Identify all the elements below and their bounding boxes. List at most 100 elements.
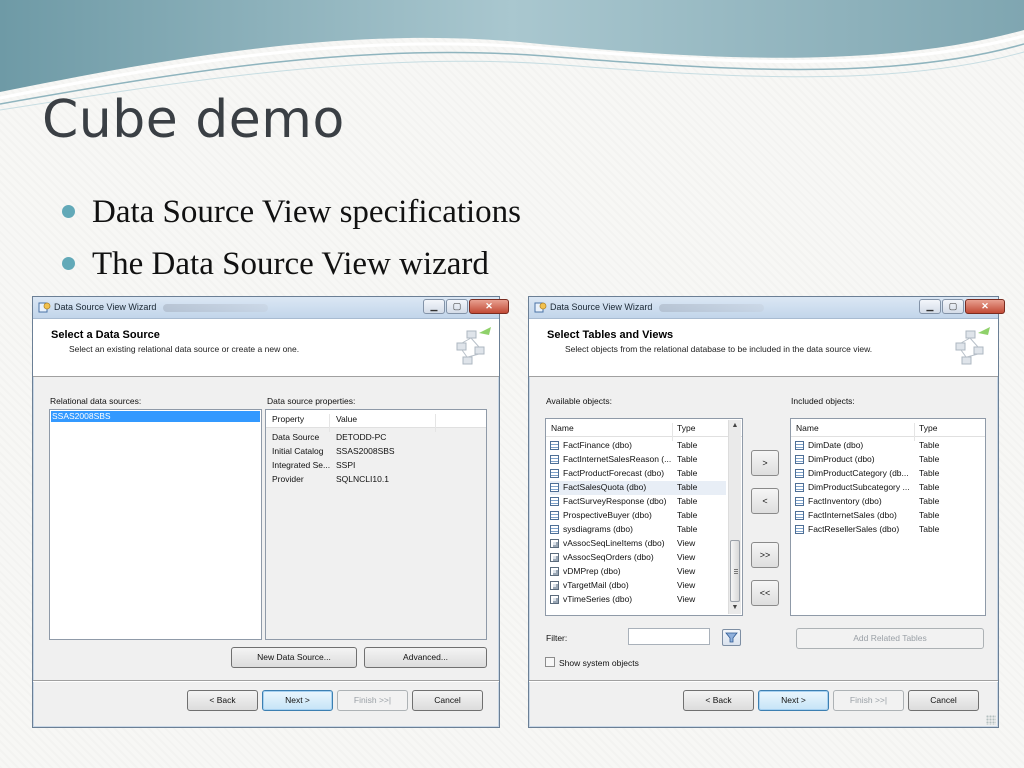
new-data-source-button[interactable]: New Data Source... <box>231 647 357 668</box>
wizard-app-icon <box>534 302 547 313</box>
add-object-button[interactable]: > <box>751 450 779 476</box>
available-object-row[interactable]: FactInternetSalesReason (... Table <box>550 453 726 467</box>
remove-object-button[interactable]: < <box>751 488 779 514</box>
advanced-button[interactable]: Advanced... <box>364 647 487 668</box>
included-list-header: Name Type <box>791 419 985 441</box>
wizard-app-icon <box>38 302 51 313</box>
filter-input[interactable] <box>628 628 710 645</box>
object-type: Table <box>677 440 698 450</box>
table-icon <box>550 497 559 506</box>
properties-grid-header: Property Value <box>266 410 486 432</box>
object-type: Table <box>677 454 698 464</box>
table-icon <box>795 511 804 520</box>
data-source-item-selected[interactable]: SSAS2008SBS <box>51 411 260 422</box>
available-object-row[interactable]: vTimeSeries (dbo) View <box>550 593 726 607</box>
object-type: Table <box>677 524 698 534</box>
object-type: Table <box>919 496 940 506</box>
object-name: FactSalesQuota (dbo) <box>563 482 647 492</box>
remove-all-objects-button[interactable]: << <box>751 580 779 606</box>
column-header-property: Property <box>272 414 305 424</box>
bullet-list: Data Source View specifications The Data… <box>62 190 521 294</box>
maximize-button[interactable]: ▢ <box>446 299 468 314</box>
add-all-objects-button[interactable]: >> <box>751 542 779 568</box>
window-titlebar[interactable]: Data Source View Wizard ▁ ▢ ✕ <box>33 297 509 319</box>
scroll-up-arrow-icon[interactable]: ▲ <box>729 420 741 432</box>
scroll-down-arrow-icon[interactable]: ▼ <box>729 602 741 614</box>
included-object-row[interactable]: DimDate (dbo) Table <box>795 439 981 453</box>
object-name: FactFinance (dbo) <box>563 440 632 450</box>
wizard-graphic-icon <box>955 327 990 365</box>
window-titlebar[interactable]: Data Source View Wizard ▁ ▢ ✕ <box>529 297 1005 319</box>
available-object-row[interactable]: sysdiagrams (dbo) Table <box>550 523 726 537</box>
show-system-objects-label: Show system objects <box>559 658 639 668</box>
included-object-row[interactable]: DimProduct (dbo) Table <box>795 453 981 467</box>
property-name: Data Source <box>272 432 320 442</box>
object-type: Table <box>919 524 940 534</box>
available-object-row[interactable]: vTargetMail (dbo) View <box>550 579 726 593</box>
included-objects-label: Included objects: <box>791 396 855 406</box>
table-icon <box>795 455 804 464</box>
close-button[interactable]: ✕ <box>965 299 1005 314</box>
available-object-row[interactable]: vAssocSeqLineItems (dbo) View <box>550 537 726 551</box>
available-object-row[interactable]: FactSalesQuota (dbo) Table <box>550 481 726 495</box>
included-objects-list[interactable]: Name Type DimDate (dbo) Table DimProduct (… <box>790 418 986 616</box>
close-button[interactable]: ✕ <box>469 299 509 314</box>
available-object-row[interactable]: vAssocSeqOrders (dbo) View <box>550 551 726 565</box>
available-objects-list[interactable]: Name Type FactFinance (dbo) Table FactInte… <box>545 418 743 616</box>
included-object-row[interactable]: DimProductSubcategory ... Table <box>795 481 981 495</box>
included-object-row[interactable]: FactInventory (dbo) Table <box>795 495 981 509</box>
included-object-row[interactable]: FactInternetSales (dbo) Table <box>795 509 981 523</box>
available-object-row[interactable]: FactFinance (dbo) Table <box>550 439 726 453</box>
maximize-button[interactable]: ▢ <box>942 299 964 314</box>
finish-button[interactable]: Finish >>| <box>833 690 904 711</box>
cancel-button[interactable]: Cancel <box>908 690 979 711</box>
included-object-row[interactable]: DimProductCategory (db... Table <box>795 467 981 481</box>
available-object-row[interactable]: ProspectiveBuyer (dbo) Table <box>550 509 726 523</box>
object-name: vDMPrep (dbo) <box>563 566 621 576</box>
available-object-row[interactable]: FactSurveyResponse (dbo) Table <box>550 495 726 509</box>
property-value: SSAS2008SBS <box>336 446 395 456</box>
object-name: FactInventory (dbo) <box>808 496 882 506</box>
grip-line <box>734 571 738 572</box>
show-system-objects-checkbox[interactable] <box>545 657 555 667</box>
object-name: FactInternetSalesReason (... <box>563 454 672 464</box>
object-type: View <box>677 566 696 576</box>
property-name: Integrated Se... <box>272 460 331 470</box>
resize-grip-icon[interactable] <box>986 715 996 725</box>
back-button[interactable]: < Back <box>683 690 754 711</box>
object-name: vTargetMail (dbo) <box>563 580 629 590</box>
filter-button[interactable] <box>722 629 741 646</box>
available-object-row[interactable]: FactProductForecast (dbo) Table <box>550 467 726 481</box>
finish-button[interactable]: Finish >>| <box>337 690 408 711</box>
object-name: sysdiagrams (dbo) <box>563 524 633 534</box>
wizard-step-subtitle: Select objects from the relational datab… <box>565 344 873 354</box>
add-related-tables-button[interactable]: Add Related Tables <box>796 628 984 649</box>
back-button[interactable]: < Back <box>187 690 258 711</box>
object-name: FactResellerSales (dbo) <box>808 524 900 534</box>
available-object-row[interactable]: vDMPrep (dbo) View <box>550 565 726 579</box>
object-type: Table <box>677 510 698 520</box>
next-button[interactable]: Next > <box>262 690 333 711</box>
cancel-button[interactable]: Cancel <box>412 690 483 711</box>
view-icon <box>550 581 559 590</box>
property-row: Provider SQLNCLI10.1 <box>266 472 486 486</box>
minimize-button[interactable]: ▁ <box>423 299 445 314</box>
wizard-step-title: Select Tables and Views <box>547 329 674 341</box>
relational-sources-list[interactable]: SSAS2008SBS <box>49 409 262 640</box>
bullet-dot-icon <box>62 257 75 270</box>
column-header-type: Type <box>919 423 938 433</box>
bullet-text: Data Source View specifications <box>92 194 522 230</box>
available-list-scrollbar[interactable]: ▲ ▼ <box>728 420 741 614</box>
included-object-row[interactable]: FactResellerSales (dbo) Table <box>795 523 981 537</box>
relational-sources-label: Relational data sources: <box>50 396 142 406</box>
object-type: View <box>677 552 696 562</box>
table-icon <box>550 511 559 520</box>
minimize-button[interactable]: ▁ <box>919 299 941 314</box>
bullet-item: Data Source View specifications <box>62 190 521 242</box>
bullet-text: The Data Source View wizard <box>92 246 489 282</box>
object-type: Table <box>919 510 940 520</box>
column-header-name: Name <box>551 423 574 433</box>
properties-grid[interactable]: Property Value Data Source DETODD-PC Ini… <box>265 409 487 640</box>
next-button[interactable]: Next > <box>758 690 829 711</box>
scroll-thumb[interactable] <box>730 540 740 602</box>
